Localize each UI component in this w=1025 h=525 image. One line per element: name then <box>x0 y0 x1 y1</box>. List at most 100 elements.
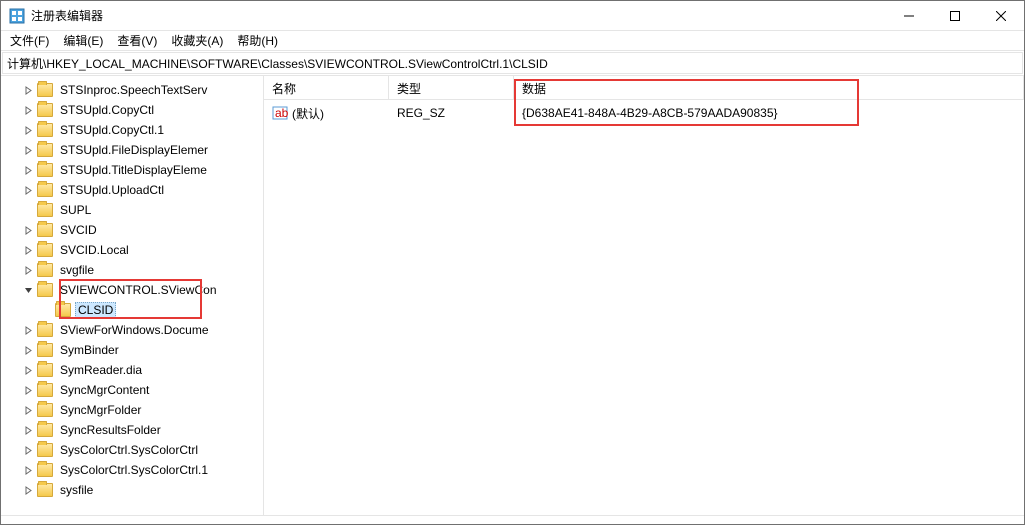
chevron-right-icon[interactable] <box>21 126 35 135</box>
chevron-right-icon[interactable] <box>21 266 35 275</box>
tree-item[interactable]: SysColorCtrl.SysColorCtrl <box>1 440 263 460</box>
tree-label: SVCID <box>57 222 100 238</box>
tree-item[interactable]: SViewForWindows.Docume <box>1 320 263 340</box>
tree-item[interactable]: STSUpld.CopyCtl <box>1 100 263 120</box>
tree-item[interactable]: STSUpld.TitleDisplayEleme <box>1 160 263 180</box>
main-area: STSInproc.SpeechTextServ STSUpld.CopyCtl S… <box>1 75 1024 515</box>
tree-item[interactable]: SymReader.dia <box>1 360 263 380</box>
tree-item[interactable]: STSInproc.SpeechTextServ <box>1 80 263 100</box>
folder-icon <box>37 223 53 237</box>
folder-icon <box>37 203 53 217</box>
tree-item[interactable]: SyncMgrFolder <box>1 400 263 420</box>
tree-label: STSInproc.SpeechTextServ <box>57 82 210 98</box>
tree-label: SysColorCtrl.SysColorCtrl.1 <box>57 462 211 478</box>
folder-icon <box>37 243 53 257</box>
close-button[interactable] <box>978 1 1024 30</box>
chevron-right-icon[interactable] <box>21 146 35 155</box>
tree-label: svgfile <box>57 262 97 278</box>
folder-icon <box>37 163 53 177</box>
chevron-down-icon[interactable] <box>21 286 35 295</box>
list-row[interactable]: ab (默认) REG_SZ {D638AE41-848A-4B29-A8CB-… <box>264 100 1024 122</box>
tree-item[interactable]: SymBinder <box>1 340 263 360</box>
tree-item[interactable]: SVCID.Local <box>1 240 263 260</box>
value-type: REG_SZ <box>389 106 514 120</box>
tree-label: STSUpld.UploadCtl <box>57 182 167 198</box>
tree-label: STSUpld.CopyCtl <box>57 102 157 118</box>
tree-label: SyncMgrContent <box>57 382 152 398</box>
tree-item[interactable]: svgfile <box>1 260 263 280</box>
tree-label: CLSID <box>75 302 116 318</box>
value-name-cell: ab (默认) <box>264 105 389 122</box>
folder-icon <box>37 123 53 137</box>
window-controls <box>886 1 1024 30</box>
tree-item[interactable]: SyncMgrContent <box>1 380 263 400</box>
maximize-button[interactable] <box>932 1 978 30</box>
tree-label: SyncMgrFolder <box>57 402 144 418</box>
folder-icon <box>37 343 53 357</box>
folder-icon <box>37 183 53 197</box>
tree-item[interactable]: SyncResultsFolder <box>1 420 263 440</box>
chevron-right-icon[interactable] <box>21 406 35 415</box>
tree-item[interactable]: SysColorCtrl.SysColorCtrl.1 <box>1 460 263 480</box>
chevron-right-icon[interactable] <box>21 186 35 195</box>
list-body[interactable]: ab (默认) REG_SZ {D638AE41-848A-4B29-A8CB-… <box>264 100 1024 515</box>
tree-item[interactable]: STSUpld.CopyCtl.1 <box>1 120 263 140</box>
folder-icon <box>37 283 53 297</box>
tree-label: STSUpld.CopyCtl.1 <box>57 122 167 138</box>
folder-icon <box>37 363 53 377</box>
chevron-right-icon[interactable] <box>21 226 35 235</box>
chevron-right-icon[interactable] <box>21 366 35 375</box>
column-data[interactable]: 数据 <box>514 76 1024 99</box>
menubar: 文件(F) 编辑(E) 查看(V) 收藏夹(A) 帮助(H) <box>1 31 1024 51</box>
chevron-right-icon[interactable] <box>21 386 35 395</box>
list-pane: 名称 类型 数据 ab (默认) REG_SZ {D638AE41-848A-4… <box>264 76 1024 515</box>
tree-pane[interactable]: STSInproc.SpeechTextServ STSUpld.CopyCtl S… <box>1 76 264 515</box>
chevron-right-icon[interactable] <box>21 486 35 495</box>
tree-label: sysfile <box>57 482 96 498</box>
address-bar[interactable]: 计算机\HKEY_LOCAL_MACHINE\SOFTWARE\Classes\… <box>2 52 1023 74</box>
tree-item[interactable]: STSUpld.FileDisplayElemer <box>1 140 263 160</box>
tree-label: SymBinder <box>57 342 122 358</box>
chevron-right-icon[interactable] <box>21 426 35 435</box>
folder-icon <box>55 303 71 317</box>
minimize-button[interactable] <box>886 1 932 30</box>
chevron-right-icon[interactable] <box>21 326 35 335</box>
chevron-right-icon[interactable] <box>21 106 35 115</box>
folder-icon <box>37 383 53 397</box>
tree-label: SUPL <box>57 202 94 218</box>
tree-item[interactable]: SVCID <box>1 220 263 240</box>
tree-item[interactable]: CLSID <box>1 300 263 320</box>
column-type[interactable]: 类型 <box>389 76 514 99</box>
menu-file[interactable]: 文件(F) <box>3 30 56 51</box>
titlebar: 注册表编辑器 <box>1 1 1024 31</box>
chevron-right-icon[interactable] <box>21 466 35 475</box>
folder-icon <box>37 423 53 437</box>
tree-label: STSUpld.FileDisplayElemer <box>57 142 211 158</box>
string-value-icon: ab <box>272 105 288 121</box>
tree-item[interactable]: SUPL <box>1 200 263 220</box>
menu-help[interactable]: 帮助(H) <box>230 30 285 51</box>
chevron-right-icon[interactable] <box>21 246 35 255</box>
regedit-icon <box>9 8 25 24</box>
chevron-right-icon[interactable] <box>21 446 35 455</box>
tree-item[interactable]: STSUpld.UploadCtl <box>1 180 263 200</box>
tree-item[interactable]: SVIEWCONTROL.SViewCon <box>1 280 263 300</box>
tree-label: SyncResultsFolder <box>57 422 164 438</box>
tree-item[interactable]: sysfile <box>1 480 263 500</box>
tree-label: SysColorCtrl.SysColorCtrl <box>57 442 201 458</box>
svg-text:ab: ab <box>275 106 288 120</box>
column-name[interactable]: 名称 <box>264 76 389 99</box>
chevron-right-icon[interactable] <box>21 166 35 175</box>
tree-label: SVIEWCONTROL.SViewCon <box>57 282 220 298</box>
menu-edit[interactable]: 编辑(E) <box>56 30 110 51</box>
value-name: (默认) <box>292 105 324 122</box>
menu-view[interactable]: 查看(V) <box>110 30 164 51</box>
list-header: 名称 类型 数据 <box>264 76 1024 100</box>
folder-icon <box>37 463 53 477</box>
tree-label: SViewForWindows.Docume <box>57 322 212 338</box>
tree-label: SymReader.dia <box>57 362 145 378</box>
chevron-right-icon[interactable] <box>21 346 35 355</box>
folder-icon <box>37 403 53 417</box>
chevron-right-icon[interactable] <box>21 86 35 95</box>
menu-favorites[interactable]: 收藏夹(A) <box>164 30 230 51</box>
